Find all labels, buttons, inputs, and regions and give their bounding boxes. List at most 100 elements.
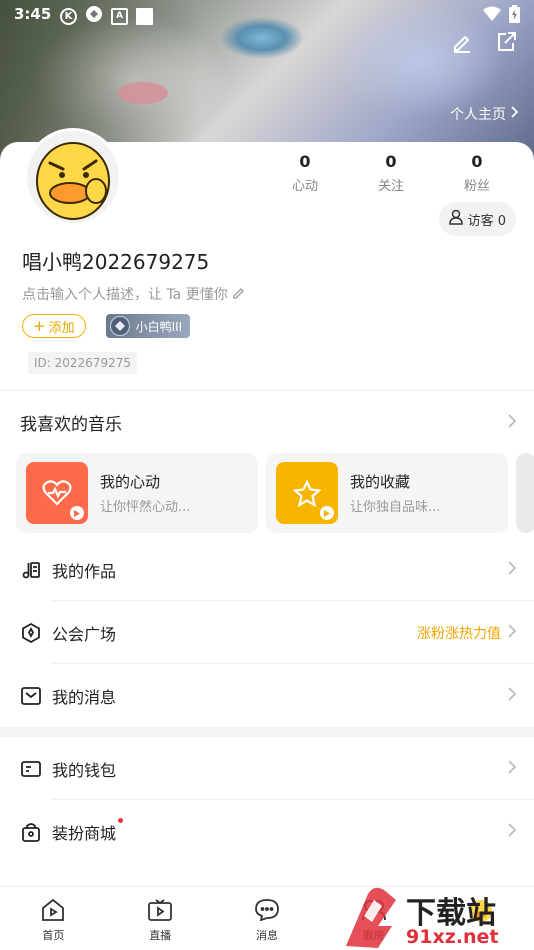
a-icon: A (111, 7, 128, 25)
card-subtitle: 让你怦然心动... (100, 500, 191, 515)
nav-messages[interactable]: 消息 (214, 887, 321, 950)
star-icon (293, 479, 321, 507)
nav-profile[interactable] (427, 887, 534, 950)
menu-my-wallet[interactable]: 我的钱包 (0, 738, 534, 800)
homepage-link[interactable]: 个人主页 (450, 104, 519, 124)
shop-bag-icon (20, 821, 42, 843)
play-icon[interactable] (70, 506, 84, 520)
profile-description[interactable]: 点击输入个人描述，让 Ta 更懂你 (22, 284, 245, 304)
heartbeat-icon (42, 480, 72, 506)
user-id: ID: 2022679275 (28, 352, 137, 374)
liked-thumb (26, 462, 88, 524)
favorite-cards: 我的心动 让你怦然心动... 我的收藏 让你独自品味... (16, 453, 534, 533)
rank-badge[interactable]: 小白鸭III (105, 314, 191, 338)
profile-tags: + 添加 小白鸭III (22, 314, 191, 338)
chevron-right-icon (507, 413, 517, 433)
homepage-label: 个人主页 (450, 107, 506, 123)
stat-number: 0 (299, 152, 311, 171)
nav-live[interactable]: 直播 (107, 887, 214, 950)
chevron-right-icon (507, 624, 517, 642)
add-tag-button[interactable]: + 添加 (22, 314, 86, 338)
section-gap (0, 727, 534, 737)
chat-icon (255, 899, 279, 924)
menu-label: 装扮商城 (52, 818, 124, 844)
status-time: 3:45 (14, 5, 52, 23)
menu-right (507, 823, 517, 841)
battery-icon (509, 5, 520, 27)
card-subtitle: 让你独自品味... (350, 500, 441, 515)
chevron-right-icon (510, 106, 519, 122)
mail-icon (20, 685, 42, 707)
chevron-right-icon (507, 760, 517, 778)
shop-label: 装扮商城 (52, 824, 117, 843)
menu-label: 我的钱包 (52, 761, 117, 780)
pencil-icon (232, 286, 245, 303)
duck-avatar-icon (36, 142, 110, 220)
favorite-music-header[interactable]: 我喜欢的音乐 (20, 410, 517, 435)
nav-label: 直播 (149, 929, 172, 942)
avatar[interactable] (24, 128, 122, 226)
stat-following[interactable]: 0 关注 (348, 152, 434, 194)
nav-home[interactable]: 首页 (0, 887, 107, 950)
guild-promo-text: 涨粉涨热力值 (417, 626, 501, 642)
status-right-icons (483, 5, 520, 27)
visitor-button[interactable]: 访客 0 (438, 202, 516, 236)
favorite-card-liked[interactable]: 我的心动 让你怦然心动... (16, 453, 258, 533)
stat-label: 粉丝 (463, 179, 490, 194)
play-icon[interactable] (320, 506, 334, 520)
stat-number: 0 (471, 152, 483, 171)
profile-stats: 0 心动 0 关注 0 粉丝 (272, 152, 520, 194)
chevron-right-icon (507, 687, 517, 705)
edit-icon[interactable] (450, 30, 474, 54)
stat-label: 关注 (377, 179, 404, 194)
card-title: 我的收藏 (350, 473, 411, 491)
row-separator (52, 799, 534, 800)
guild-hexagon-icon (20, 622, 42, 644)
menu-my-works[interactable]: 我的作品 (0, 539, 534, 601)
nav-label: 消息 (255, 929, 278, 942)
plus-icon: + (33, 316, 46, 335)
menu-dressup-shop[interactable]: 装扮商城 (0, 801, 534, 863)
people-icon (361, 899, 387, 924)
status-bar: 3:45 K A (0, 0, 534, 28)
music-note-list-icon (20, 559, 42, 581)
person-icon (448, 209, 463, 229)
favorite-music-title: 我喜欢的音乐 (20, 415, 122, 435)
menu-right: 涨粉涨热力值 (417, 623, 517, 643)
stat-label: 心动 (291, 179, 318, 194)
row-separator (52, 600, 534, 601)
chevron-right-icon (507, 561, 517, 579)
username: 唱小鸭2022679275 (22, 250, 210, 274)
card-title: 我的心动 (100, 473, 161, 491)
menu-right (507, 760, 517, 778)
favorite-card-collection[interactable]: 我的收藏 让你独自品味... (266, 453, 508, 533)
menu-right (507, 687, 517, 705)
square-icon (136, 7, 153, 25)
share-icon[interactable] (494, 30, 518, 54)
nav-label: 首页 (42, 929, 65, 942)
collection-thumb (276, 462, 338, 524)
add-tag-label: 添加 (48, 320, 75, 336)
nav-song-room[interactable]: 歌房 (320, 887, 427, 950)
menu-guild-square[interactable]: 公会广场 涨粉涨热力值 (0, 602, 534, 664)
chevron-right-icon (507, 823, 517, 841)
visitor-label: 访客 0 (467, 213, 506, 229)
home-play-icon (41, 898, 65, 924)
wallet-icon (20, 758, 42, 780)
stat-fans[interactable]: 0 粉丝 (434, 152, 520, 194)
nav-label: 歌房 (362, 929, 385, 942)
new-badge-dot (118, 818, 124, 823)
profile-duck-icon (468, 899, 494, 926)
stat-number: 0 (385, 152, 397, 171)
menu-my-messages[interactable]: 我的消息 (0, 665, 534, 727)
row-separator (52, 663, 534, 664)
cover-detail (118, 82, 168, 104)
menu-label: 公会广场 (52, 625, 117, 644)
wifi-icon (483, 6, 501, 26)
gem-icon (109, 316, 130, 336)
k-icon: K (60, 7, 77, 25)
menu-right (507, 561, 517, 579)
stat-likes[interactable]: 0 心动 (262, 152, 348, 194)
vpn-icon (85, 5, 103, 27)
favorite-card-more[interactable] (516, 453, 534, 533)
